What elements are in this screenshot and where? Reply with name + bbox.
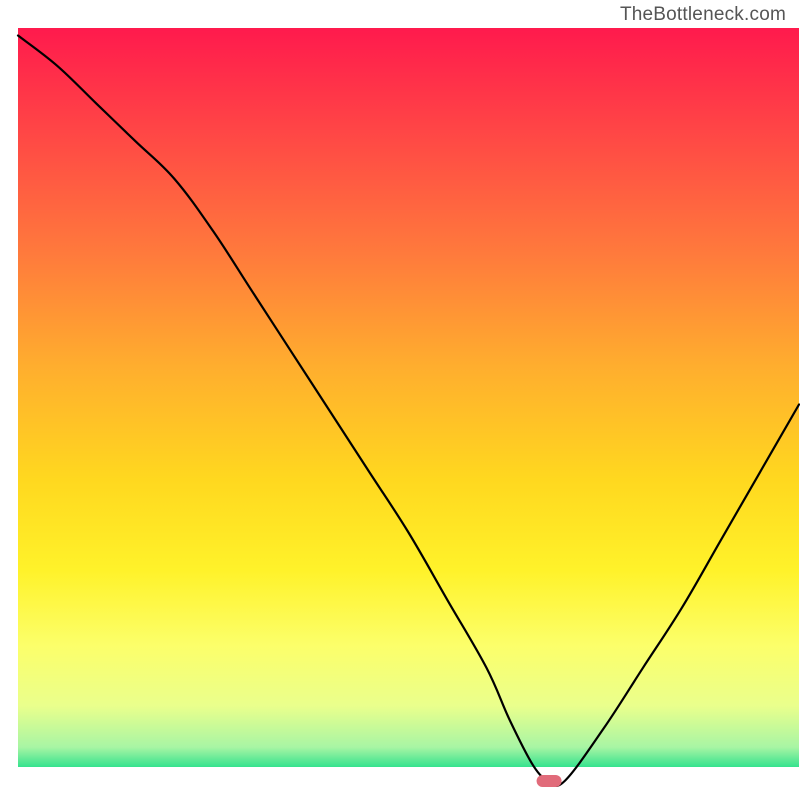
chart-svg bbox=[0, 0, 800, 800]
baseline-white-band bbox=[18, 767, 799, 781]
optimum-marker bbox=[537, 775, 562, 787]
bottleneck-chart bbox=[0, 0, 800, 800]
watermark-label: TheBottleneck.com bbox=[620, 4, 786, 26]
